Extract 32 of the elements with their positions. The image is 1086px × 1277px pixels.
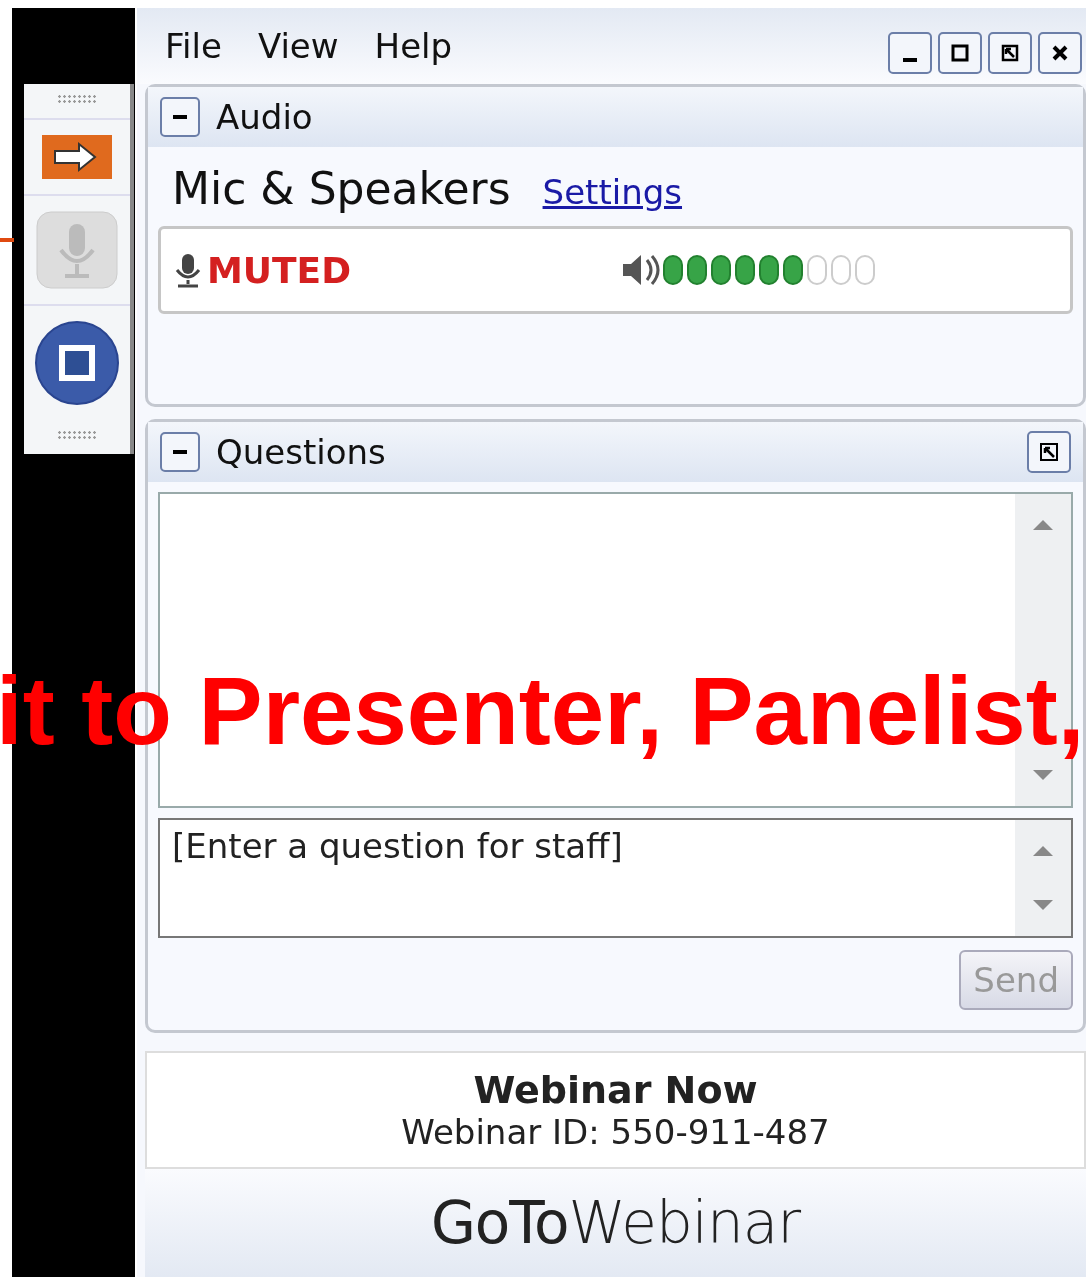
webinar-id: Webinar ID: 550-911-487: [401, 1112, 830, 1152]
menu-item[interactable]: Help: [374, 26, 453, 66]
menu-item[interactable]: File: [165, 26, 222, 66]
settings-link[interactable]: Settings: [542, 172, 682, 212]
question-input-field[interactable]: [Enter a question for staff]: [158, 818, 1073, 938]
undock-button[interactable]: [988, 32, 1032, 74]
close-button[interactable]: [1038, 32, 1082, 74]
logo: GoToWebinar: [430, 1189, 801, 1257]
grip-icon: [57, 94, 97, 104]
scrollbar[interactable]: [1015, 820, 1071, 936]
minus-icon: [173, 115, 187, 119]
maximize-icon: [950, 43, 970, 63]
minimize-button[interactable]: [888, 32, 932, 74]
undock-button[interactable]: [1027, 431, 1071, 473]
webinar-title: Webinar Now: [473, 1068, 758, 1112]
minimize-icon: [903, 58, 917, 62]
collapse-button[interactable]: [160, 432, 200, 472]
muted-status: MUTED: [207, 249, 352, 291]
section-title: Questions: [216, 432, 386, 472]
undock-icon: [1000, 43, 1020, 63]
menu-item[interactable]: View: [257, 26, 339, 66]
screen-icon[interactable]: [34, 320, 120, 406]
maximize-button[interactable]: [938, 32, 982, 74]
close-icon: [1050, 43, 1070, 63]
undock-icon: [1038, 441, 1060, 463]
collapse-button[interactable]: [160, 97, 200, 137]
speaker-icon: [621, 252, 662, 288]
section-title: Audio: [216, 97, 313, 137]
minus-icon: [173, 450, 187, 454]
grip-icon: [57, 430, 97, 440]
microphone-icon: [173, 252, 203, 288]
audio-mode-label: Mic & Speakers: [172, 163, 511, 214]
